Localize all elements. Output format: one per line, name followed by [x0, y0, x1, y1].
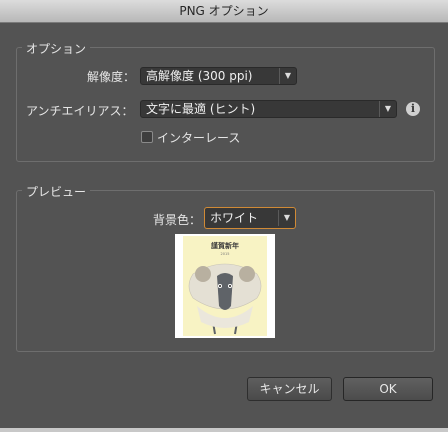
info-icon[interactable]: i	[406, 102, 420, 116]
chevron-down-icon: ▼	[278, 210, 295, 226]
interlace-label[interactable]: インターレース	[157, 129, 240, 146]
antialias-label: アンチエイリアス：	[26, 104, 134, 118]
window-bottom-edge	[0, 428, 448, 432]
chevron-down-icon: ▼	[279, 68, 296, 84]
preview-group-title: プレビュー	[22, 183, 91, 200]
background-color-select[interactable]: ホワイト ▼	[204, 207, 296, 229]
cancel-button[interactable]: キャンセル	[247, 377, 332, 401]
options-group-title: オプション	[22, 40, 91, 57]
background-color-value: ホワイト	[210, 211, 259, 225]
resolution-label: 解像度：	[87, 70, 136, 84]
thumbnail-subtitle: 2015	[221, 252, 230, 256]
thumbnail-title: 謹賀新年	[211, 241, 239, 250]
chevron-down-icon: ▼	[379, 101, 396, 117]
sheep-illustration: 謹賀新年 2015	[175, 234, 275, 338]
window-title: PNG オプション	[0, 0, 448, 23]
resolution-value: 高解像度 (300 ppi)	[146, 69, 253, 83]
ok-button[interactable]: OK	[343, 377, 433, 401]
antialias-value: 文字に最適 (ヒント)	[146, 102, 256, 116]
background-color-label: 背景色：	[153, 213, 202, 227]
interlace-checkbox[interactable]	[141, 131, 153, 143]
preview-thumbnail: 謹賀新年 2015	[175, 234, 275, 338]
antialias-select[interactable]: 文字に最適 (ヒント) ▼	[140, 100, 397, 118]
resolution-select[interactable]: 高解像度 (300 ppi) ▼	[140, 67, 297, 85]
